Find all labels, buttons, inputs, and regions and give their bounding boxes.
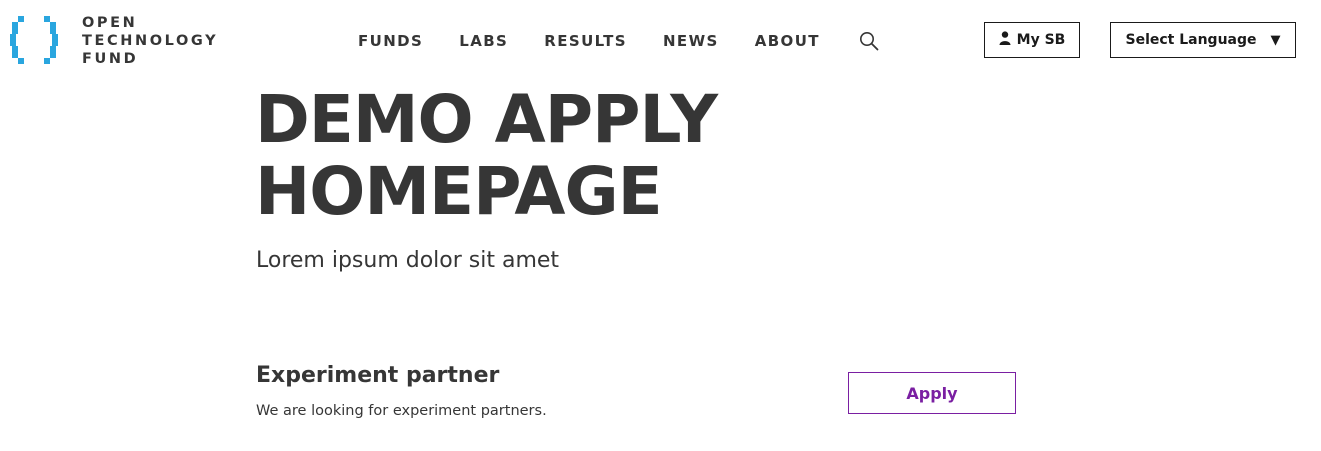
nav-item-news[interactable]: NEWS [663, 32, 719, 50]
my-account-label: My SB [1016, 32, 1066, 48]
apply-button[interactable]: Apply [848, 372, 1016, 414]
nav-item-funds[interactable]: FUNDS [358, 32, 423, 50]
opportunity-description: We are looking for experiment partners. [256, 403, 547, 419]
language-select[interactable]: Select Language ▼ [1110, 22, 1296, 58]
page-title-line: HOMEPAGE [255, 153, 663, 230]
logo-line: TECHNOLOGY [82, 33, 219, 49]
bracket-logo-icon [10, 14, 68, 66]
page-title: DEMO APPLY HOMEPAGE [255, 81, 718, 230]
page-subtitle: Lorem ipsum dolor sit amet [256, 248, 560, 273]
site-logo[interactable]: OPEN TECHNOLOGY FUND [10, 14, 240, 68]
logo-wordmark: OPEN TECHNOLOGY FUND [82, 14, 218, 68]
logo-line: FUND [82, 51, 139, 67]
user-icon [999, 31, 1011, 49]
language-select-value: Select Language [1125, 32, 1257, 48]
nav-item-results[interactable]: RESULTS [544, 32, 627, 50]
opportunity-title: Experiment partner [256, 363, 500, 388]
logo-line: OPEN [82, 15, 138, 31]
main-nav: FUNDS LABS RESULTS NEWS ABOUT [358, 30, 880, 52]
nav-item-labs[interactable]: LABS [459, 32, 508, 50]
site-header: OPEN TECHNOLOGY FUND FUNDS LABS RESULTS … [0, 0, 1321, 82]
nav-item-about[interactable]: ABOUT [755, 32, 820, 50]
page-title-line: DEMO APPLY [255, 81, 718, 158]
my-account-button[interactable]: My SB [984, 22, 1080, 58]
chevron-down-icon: ▼ [1270, 32, 1281, 48]
search-icon[interactable] [858, 30, 880, 52]
